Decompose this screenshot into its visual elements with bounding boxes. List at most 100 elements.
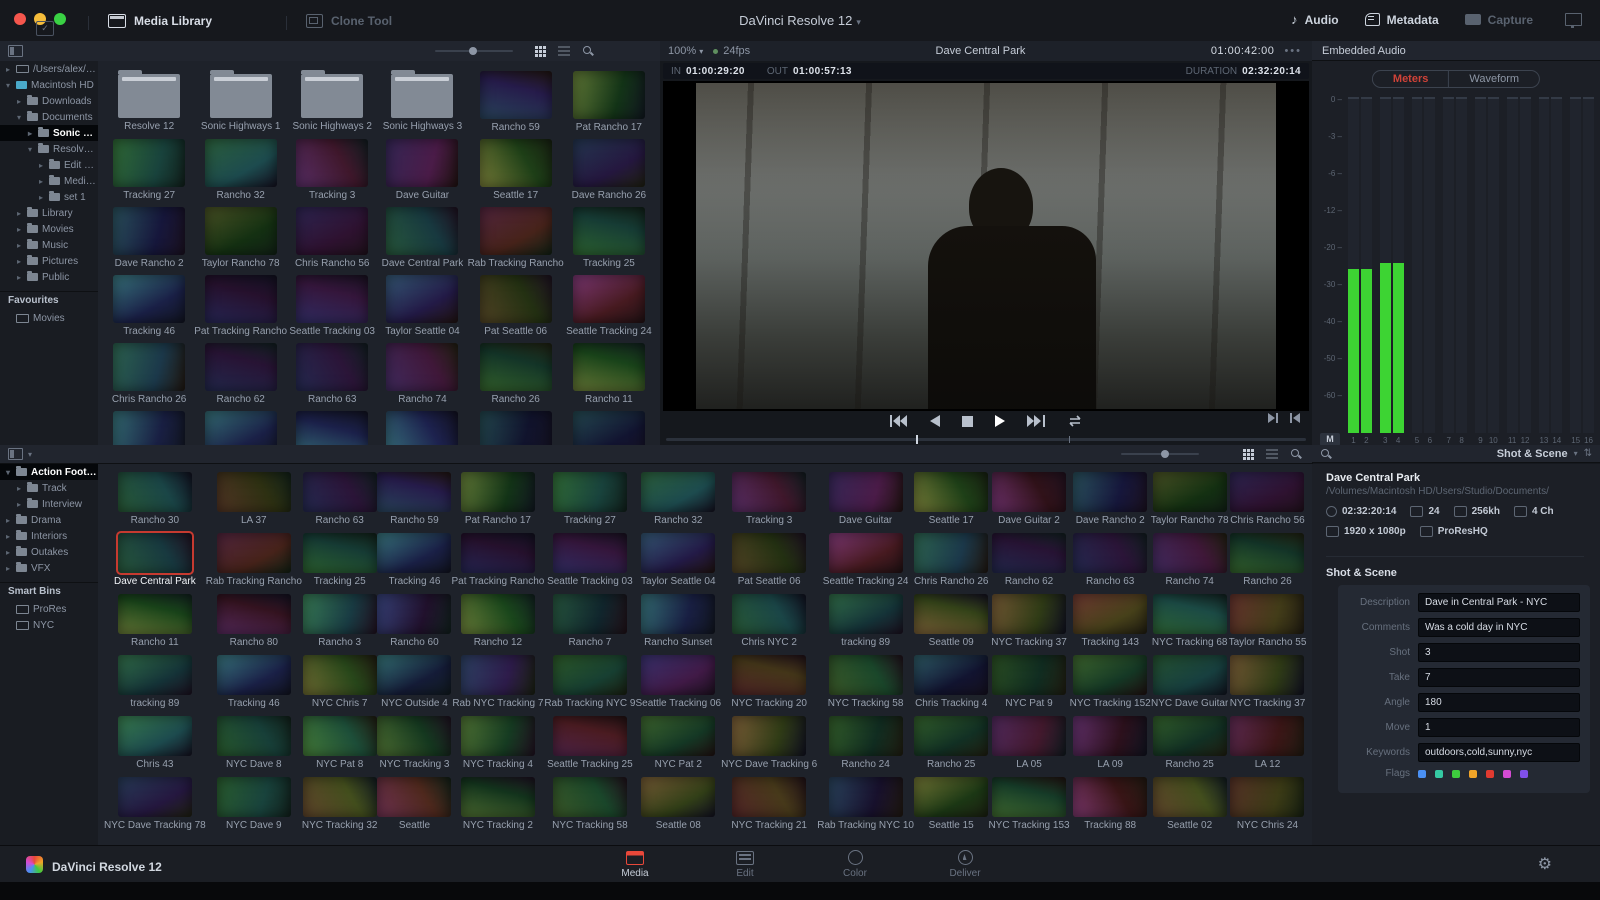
tree-item-music[interactable]: ▸Music xyxy=(0,237,98,253)
clip-item-nyc-dave-8[interactable]: NYC Dave 8 xyxy=(206,716,302,770)
chevron-icon[interactable]: ▾ xyxy=(28,145,38,154)
clip-item-pat-rancho-17[interactable]: Pat Rancho 17 xyxy=(451,472,544,526)
audio-button[interactable]: ♪Audio xyxy=(1291,12,1339,27)
clip-item-seattle-tracking-24[interactable]: Seattle Tracking 24 xyxy=(564,275,654,337)
flag-swatch-1[interactable] xyxy=(1435,770,1443,778)
clip-item-rancho-74[interactable]: Rancho 74 xyxy=(377,343,467,405)
clip-item-tracking-27[interactable]: Tracking 27 xyxy=(544,472,635,526)
clip-item-dave-rancho-2[interactable]: Dave Rancho 2 xyxy=(104,207,194,269)
clip-item-chris-43[interactable]: Chris 43 xyxy=(104,716,206,770)
clip-item-nyc-pat-9[interactable]: NYC Pat 9 xyxy=(988,655,1069,709)
folder-item-sonic-highways-1[interactable]: Sonic Highways 1 xyxy=(194,71,287,133)
loop-button[interactable] xyxy=(1067,415,1083,427)
stop-button[interactable] xyxy=(962,416,973,427)
page-tab-edit[interactable]: Edit xyxy=(709,846,781,883)
chevron-icon[interactable]: ▸ xyxy=(6,65,16,74)
field-input-take[interactable]: 7 xyxy=(1418,668,1580,687)
clip-item-part3[interactable] xyxy=(377,411,467,445)
monitor-icon[interactable] xyxy=(1565,13,1582,26)
clip-item-rancho-63[interactable]: Rancho 63 xyxy=(1070,533,1151,587)
clip-item-rancho-32[interactable]: Rancho 32 xyxy=(194,139,287,201)
clip-item-dave-guitar[interactable]: Dave Guitar xyxy=(377,139,467,201)
play-reverse-button[interactable] xyxy=(930,415,940,427)
clip-item-rancho-62[interactable]: Rancho 62 xyxy=(194,343,287,405)
grid-view-icon[interactable] xyxy=(535,46,546,57)
tree-item-drama[interactable]: ▸Drama xyxy=(0,512,98,528)
previous-edit-icon[interactable] xyxy=(1290,413,1300,423)
clip-item-pat-rancho-17[interactable]: Pat Rancho 17 xyxy=(564,71,654,133)
tree-item-interview[interactable]: ▸Interview xyxy=(0,496,98,512)
clip-item-dave-rancho-26[interactable]: Dave Rancho 26 xyxy=(564,139,654,201)
sort-icon[interactable]: ⇅ xyxy=(1584,448,1592,459)
clip-item-pat-seattle-06[interactable]: Pat Seattle 06 xyxy=(468,275,564,337)
clip-item-part0[interactable] xyxy=(104,411,194,445)
page-tab-media[interactable]: Media xyxy=(599,846,671,883)
clip-item-seattle[interactable]: Seattle xyxy=(377,777,451,831)
clip-item-rancho-32[interactable]: Rancho 32 xyxy=(635,472,721,526)
clip-item-dave-central-park[interactable]: Dave Central Park xyxy=(377,207,467,269)
clip-item-nyc-tracking-58[interactable]: NYC Tracking 58 xyxy=(817,655,914,709)
field-input-angle[interactable]: 180 xyxy=(1418,693,1580,712)
clip-item-nyc-outside-4[interactable]: NYC Outside 4 xyxy=(377,655,451,709)
clip-item-rab-nyc-tracking-7[interactable]: Rab NYC Tracking 7 xyxy=(451,655,544,709)
clip-item-part1[interactable] xyxy=(194,411,287,445)
gear-icon[interactable]: ⚙ xyxy=(1538,854,1552,874)
clip-item-seattle-02[interactable]: Seattle 02 xyxy=(1151,777,1229,831)
field-input-keywords[interactable]: outdoors,cold,sunny,nyc xyxy=(1418,743,1580,762)
clip-item-nyc-chris-24[interactable]: NYC Chris 24 xyxy=(1229,777,1307,831)
play-button[interactable] xyxy=(995,415,1005,427)
clip-item-seattle-tracking-06[interactable]: Seattle Tracking 06 xyxy=(635,655,721,709)
slider-knob[interactable] xyxy=(469,47,477,55)
clip-item-tracking-25[interactable]: Tracking 25 xyxy=(302,533,378,587)
clip-item-chris-tracking-4[interactable]: Chris Tracking 4 xyxy=(914,655,988,709)
clip-item-part2[interactable] xyxy=(287,411,377,445)
chevron-icon[interactable]: ▸ xyxy=(17,97,27,106)
close-window-button[interactable] xyxy=(14,13,26,25)
clip-item-la-09[interactable]: LA 09 xyxy=(1070,716,1151,770)
clip-item-nyc-dave-guitar[interactable]: NYC Dave Guitar xyxy=(1151,655,1229,709)
capture-button[interactable]: Capture xyxy=(1465,13,1533,27)
tree-item-movies[interactable]: Movies xyxy=(0,310,98,326)
clip-item-nyc-tracking-68[interactable]: NYC Tracking 68 xyxy=(1151,594,1229,648)
clip-item-pat-seattle-06[interactable]: Pat Seattle 06 xyxy=(721,533,817,587)
tab-clone-tool[interactable]: Clone Tool xyxy=(306,14,392,28)
clip-item-nyc-tracking-21[interactable]: NYC Tracking 21 xyxy=(721,777,817,831)
tree-item-outakes[interactable]: ▸Outakes xyxy=(0,544,98,560)
clip-item-chris-rancho-26[interactable]: Chris Rancho 26 xyxy=(914,533,988,587)
flag-swatch-2[interactable] xyxy=(1452,770,1460,778)
tree-item-downloads[interactable]: ▸Downloads xyxy=(0,93,98,109)
chevron-icon[interactable]: ▸ xyxy=(17,484,27,493)
clip-item-nyc-tracking-32[interactable]: NYC Tracking 32 xyxy=(302,777,378,831)
clip-item-taylor-seattle-04[interactable]: Taylor Seattle 04 xyxy=(377,275,467,337)
clip-item-seattle-17[interactable]: Seattle 17 xyxy=(914,472,988,526)
viewer-options-icon[interactable]: ••• xyxy=(1284,45,1302,57)
clip-item-tracking-89[interactable]: tracking 89 xyxy=(817,594,914,648)
next-edit-icon[interactable] xyxy=(1268,413,1278,423)
clip-item-rab-tracking-rancho[interactable]: Rab Tracking Rancho xyxy=(206,533,302,587)
panel-toggle-icon[interactable] xyxy=(8,45,23,57)
clip-item-chris-rancho-56[interactable]: Chris Rancho 56 xyxy=(1229,472,1307,526)
clip-item-nyc-dave-9[interactable]: NYC Dave 9 xyxy=(206,777,302,831)
clip-item-rancho-12[interactable]: Rancho 12 xyxy=(451,594,544,648)
chevron-icon[interactable]: ▸ xyxy=(6,532,16,541)
flag-swatch-4[interactable] xyxy=(1486,770,1494,778)
clip-item-seattle-15[interactable]: Seattle 15 xyxy=(914,777,988,831)
clip-item-rancho-74[interactable]: Rancho 74 xyxy=(1151,533,1229,587)
page-tab-color[interactable]: Color xyxy=(819,846,891,883)
flag-swatch-5[interactable] xyxy=(1503,770,1511,778)
tree-item-documents[interactable]: ▾Documents xyxy=(0,109,98,125)
clip-item-rab-tracking-nyc-10[interactable]: Rab Tracking NYC 10 xyxy=(817,777,914,831)
tree-item-resolve-scre[interactable]: ▾Resolve Scre... xyxy=(0,141,98,157)
clip-item-rab-tracking-nyc-9[interactable]: Rab Tracking NYC 9 xyxy=(544,655,635,709)
folder-item-sonic-highways-3[interactable]: Sonic Highways 3 xyxy=(377,71,467,133)
folder-item-resolve-12[interactable]: Resolve 12 xyxy=(104,71,194,133)
flag-swatch-3[interactable] xyxy=(1469,770,1477,778)
checkbox-icon[interactable]: ✓ xyxy=(36,21,54,36)
clip-item-rancho-25[interactable]: Rancho 25 xyxy=(1151,716,1229,770)
clip-item-part4[interactable] xyxy=(468,411,564,445)
tree-item-track[interactable]: ▸Track xyxy=(0,480,98,496)
search-icon[interactable] xyxy=(582,45,594,57)
viewer-zoom-select[interactable]: 100% ▾ xyxy=(668,45,703,57)
skip-to-start-button[interactable] xyxy=(890,415,908,427)
tree-item-pictures[interactable]: ▸Pictures xyxy=(0,253,98,269)
